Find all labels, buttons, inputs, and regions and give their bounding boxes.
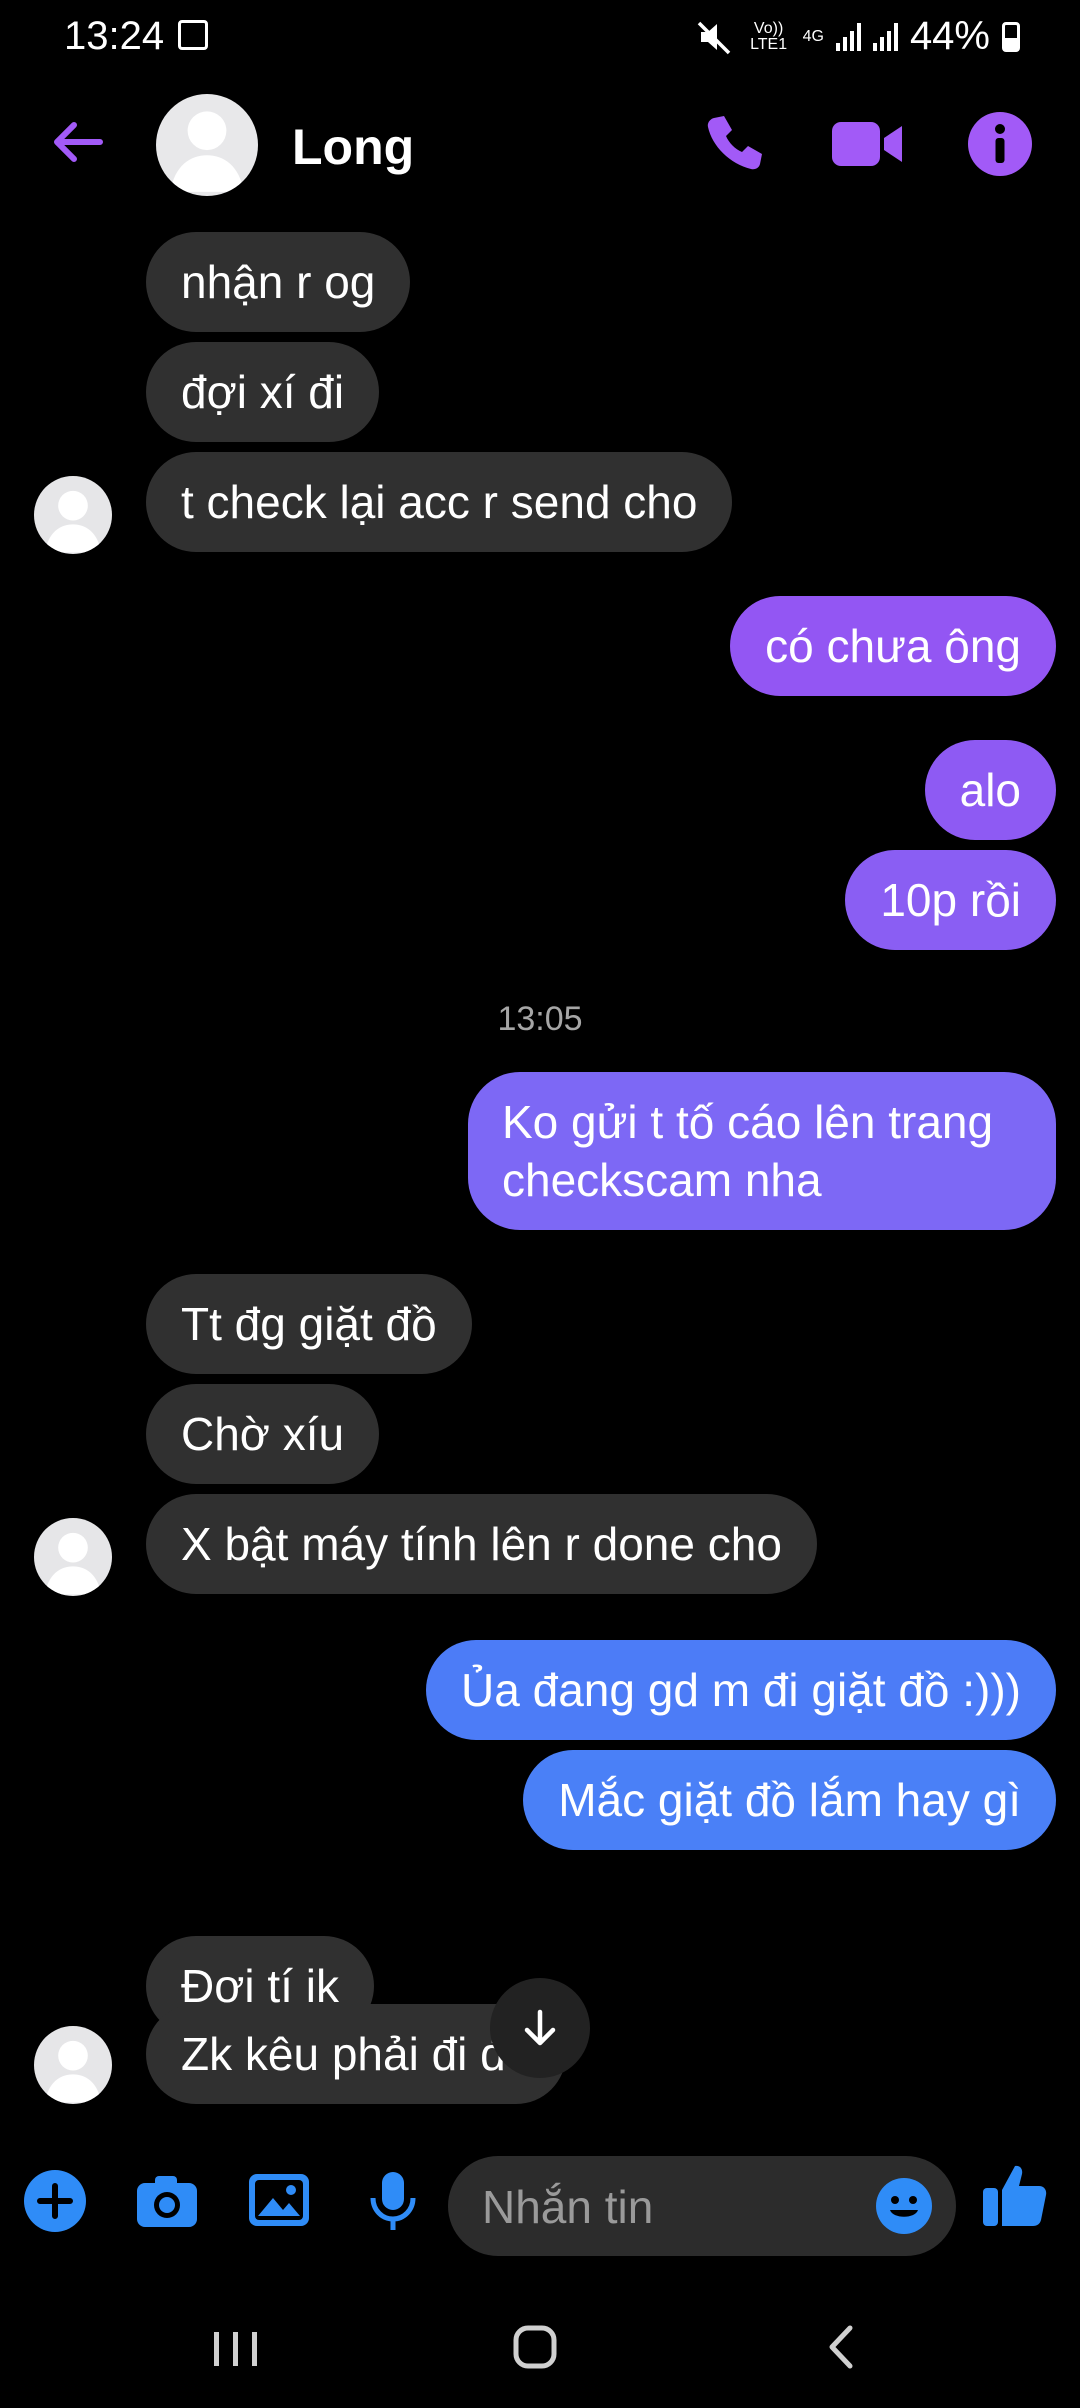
info-icon[interactable]: [968, 112, 1032, 176]
battery-percent: 44%: [909, 14, 990, 58]
network-label: Vo)) LTE1: [750, 19, 788, 53]
battery-icon: [1002, 21, 1020, 52]
phone-icon[interactable]: [700, 112, 764, 176]
incoming-message[interactable]: nhận r og: [146, 232, 411, 332]
sender-avatar: [34, 1518, 112, 1596]
back-arrow-icon[interactable]: [48, 112, 108, 172]
network-4g-label: 4G: [802, 27, 824, 45]
thumbs-up-icon[interactable]: [980, 2160, 1050, 2230]
message-timestamp: 13:05: [497, 1000, 583, 1038]
signal-1-icon: [835, 22, 861, 51]
status-indicators: Vo)) LTE1 4G 44%: [695, 14, 1020, 59]
microphone-icon[interactable]: [360, 2168, 426, 2234]
mute-icon: [697, 21, 730, 54]
incoming-message[interactable]: Tt đg giặt đồ: [146, 1274, 472, 1374]
outgoing-message[interactable]: alo: [924, 740, 1056, 840]
scroll-to-bottom-button[interactable]: [490, 1978, 590, 2078]
plus-icon[interactable]: [22, 2168, 88, 2234]
outgoing-message[interactable]: Mắc giặt đồ lắm hay gì: [523, 1750, 1056, 1850]
recent-apps-icon[interactable]: [206, 2316, 266, 2376]
signal-2-icon: [872, 22, 898, 51]
status-time: 13:24: [64, 14, 165, 58]
arrow-down-icon: [524, 2009, 556, 2046]
gallery-notification-icon: [178, 20, 208, 50]
incoming-message[interactable]: t check lại acc r send cho: [146, 452, 733, 552]
contact-name[interactable]: Long: [292, 118, 414, 176]
outgoing-message[interactable]: Ủa đang gd m đi giặt đồ :))): [426, 1640, 1056, 1740]
sender-avatar: [34, 2026, 112, 2104]
incoming-message[interactable]: Chờ xíu: [146, 1384, 380, 1484]
outgoing-message[interactable]: có chưa ông: [730, 596, 1056, 696]
incoming-message[interactable]: X bật máy tính lên r done cho: [146, 1494, 817, 1594]
outgoing-message[interactable]: Ko gửi t tố cáo lên trang checkscam nha: [468, 1072, 1056, 1230]
emoji-icon[interactable]: [876, 2178, 932, 2234]
gallery-icon[interactable]: [246, 2168, 312, 2234]
home-icon[interactable]: [506, 2316, 566, 2376]
message-input-placeholder: Nhắn tin: [482, 2181, 654, 2233]
sender-avatar: [34, 476, 112, 554]
contact-avatar[interactable]: [156, 94, 258, 196]
camera-icon[interactable]: [134, 2168, 200, 2234]
nav-back-icon[interactable]: [812, 2316, 872, 2376]
outgoing-message[interactable]: 10p rồi: [845, 850, 1056, 950]
incoming-message[interactable]: đợi xí đi: [146, 342, 380, 442]
video-call-icon[interactable]: [830, 116, 904, 172]
